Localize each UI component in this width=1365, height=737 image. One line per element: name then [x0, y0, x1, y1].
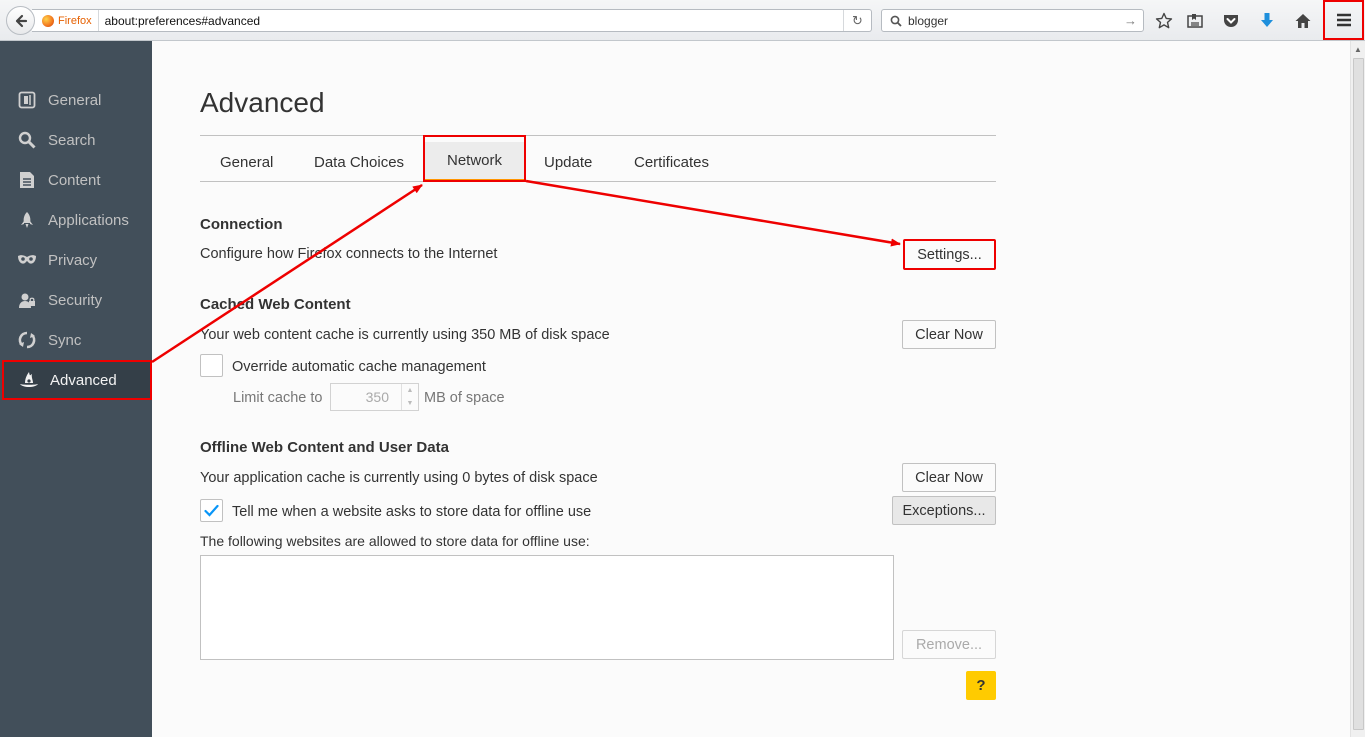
tab-data-choices[interactable]: Data Choices: [314, 142, 404, 182]
connection-caption: Connection: [200, 216, 283, 233]
downloads-icon[interactable]: [1257, 11, 1277, 31]
firefox-logo-icon: [42, 14, 54, 27]
offline-caption: Offline Web Content and User Data: [200, 439, 449, 456]
remove-button[interactable]: Remove...: [902, 630, 996, 659]
privacy-mask-icon: [16, 249, 38, 271]
clear-cache-button[interactable]: Clear Now: [902, 320, 996, 349]
checkmark-icon: [204, 504, 219, 517]
search-icon: [16, 129, 38, 151]
limit-cache-label: Limit cache to: [233, 390, 323, 406]
override-cache-checkbox[interactable]: [200, 354, 223, 377]
site-identity[interactable]: Firefox: [32, 10, 99, 31]
sync-icon: [16, 329, 38, 351]
reload-icon[interactable]: ↻: [843, 10, 871, 31]
general-icon: [16, 89, 38, 111]
sidebar-item-privacy[interactable]: Privacy: [0, 240, 152, 280]
search-icon: [890, 15, 902, 27]
sidebar-item-advanced[interactable]: Advanced: [2, 360, 152, 400]
exceptions-button[interactable]: Exceptions...: [892, 496, 996, 525]
hamburger-menu-icon: [1336, 13, 1351, 27]
search-input[interactable]: blogger: [908, 14, 1124, 28]
search-go-icon[interactable]: →: [1124, 13, 1137, 28]
offline-notify-label: Tell me when a website asks to store dat…: [232, 504, 592, 520]
offline-notify-checkbox[interactable]: [200, 499, 223, 522]
back-arrow-icon: [15, 14, 27, 27]
sidebar-item-label: General: [48, 91, 102, 109]
url-text[interactable]: about:preferences#advanced: [105, 14, 843, 28]
bookmark-star-icon[interactable]: [1154, 11, 1174, 31]
home-icon[interactable]: [1293, 11, 1313, 31]
open-menu-button[interactable]: [1323, 0, 1364, 40]
tab-update[interactable]: Update: [544, 142, 592, 182]
identity-label: Firefox: [58, 14, 92, 27]
cache-usage-text: Your web content cache is currently usin…: [200, 327, 610, 343]
offline-allowed-label: The following websites are allowed to st…: [200, 533, 590, 549]
advanced-pane: Advanced General Data Choices Network Up…: [152, 41, 1350, 737]
sidebar-item-security[interactable]: Security: [0, 280, 152, 320]
clear-offline-label: Clear Now: [915, 469, 983, 486]
sidebar-item-sync[interactable]: Sync: [0, 320, 152, 360]
help-button[interactable]: ?: [966, 671, 996, 700]
offline-usage-text: Your application cache is currently usin…: [200, 470, 598, 486]
bookmarks-menu-icon[interactable]: [1185, 11, 1205, 31]
clear-offline-button[interactable]: Clear Now: [902, 463, 996, 492]
connection-settings-button[interactable]: Settings...: [903, 239, 996, 270]
cache-caption: Cached Web Content: [200, 296, 351, 313]
cache-size-spinner[interactable]: 350 ▲ ▼: [330, 383, 419, 411]
tab-certificates[interactable]: Certificates: [634, 142, 709, 182]
cache-size-value: 350: [365, 389, 389, 405]
pocket-icon[interactable]: [1221, 11, 1241, 31]
help-label: ?: [976, 677, 986, 694]
connection-description: Configure how Firefox connects to the In…: [200, 246, 498, 262]
spinner-arrows[interactable]: ▲ ▼: [401, 384, 418, 410]
tabs-divider: [200, 181, 996, 182]
security-icon: [16, 289, 38, 311]
sidebar-item-label: Applications: [48, 211, 129, 229]
content-icon: [16, 169, 38, 191]
sidebar-item-search[interactable]: Search: [0, 120, 152, 160]
scrollbar-thumb[interactable]: [1353, 58, 1364, 730]
sidebar-item-label: Search: [48, 131, 96, 149]
remove-label: Remove...: [915, 636, 983, 653]
sidebar-item-label: Content: [48, 171, 101, 189]
limit-cache-unit: MB of space: [424, 390, 505, 406]
clear-cache-label: Clear Now: [915, 326, 983, 343]
override-cache-label: Override automatic cache management: [232, 359, 486, 375]
applications-icon: [16, 209, 38, 231]
preferences-sidebar: General Search Content Applications Priv…: [0, 41, 152, 737]
sidebar-item-label: Advanced: [50, 371, 117, 389]
url-bar[interactable]: Firefox about:preferences#advanced ↻: [32, 9, 872, 32]
sidebar-item-applications[interactable]: Applications: [0, 200, 152, 240]
search-bar[interactable]: blogger →: [881, 9, 1144, 32]
sidebar-item-general[interactable]: General: [0, 80, 152, 120]
sidebar-item-label: Security: [48, 291, 103, 309]
page-title: Advanced: [200, 87, 325, 118]
back-button[interactable]: [6, 6, 35, 35]
tab-general[interactable]: General: [220, 142, 273, 182]
advanced-wizard-hat-icon: [18, 369, 40, 391]
nav-toolbar: Firefox about:preferences#advanced ↻ blo…: [0, 0, 1365, 41]
sidebar-item-label: Privacy: [48, 251, 98, 269]
sidebar-item-label: Sync: [48, 331, 82, 349]
spin-down-icon[interactable]: ▼: [407, 400, 414, 407]
network-tab-highlight: [423, 135, 526, 182]
vertical-scrollbar[interactable]: ▲: [1350, 41, 1365, 737]
settings-button-label: Settings...: [917, 246, 982, 263]
exceptions-label: Exceptions...: [902, 502, 986, 519]
title-divider: [200, 135, 996, 136]
offline-apps-list[interactable]: [200, 555, 894, 660]
spin-up-icon[interactable]: ▲: [407, 387, 414, 394]
scroll-up-icon[interactable]: ▲: [1354, 45, 1362, 54]
sidebar-item-content[interactable]: Content: [0, 160, 152, 200]
